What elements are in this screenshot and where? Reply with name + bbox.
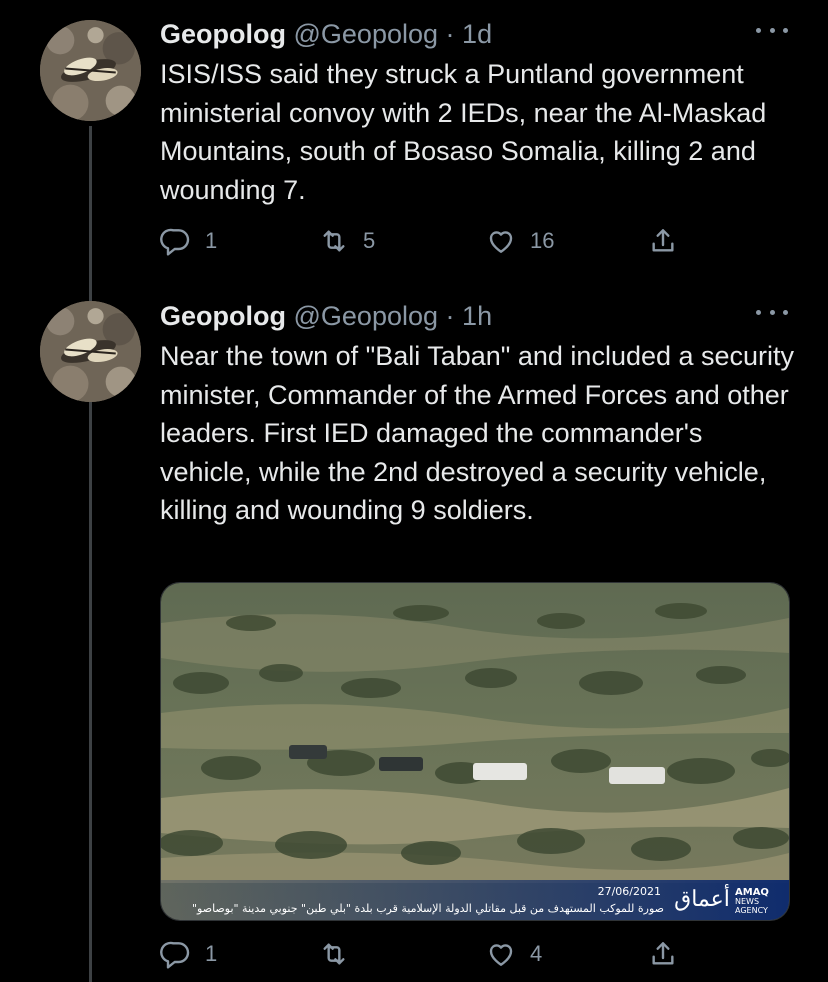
like-count: 16 [530, 228, 555, 253]
share-button[interactable] [647, 934, 679, 974]
media-date: 27/06/2021 [597, 885, 661, 898]
tweet-actions: 1 4 [160, 934, 700, 974]
more-icon[interactable] [756, 302, 788, 322]
reply-icon [160, 228, 190, 256]
tweet-1[interactable]: Geopolog @Geopolog · 1d ISIS/ISS said th… [0, 0, 828, 280]
reply-button[interactable]: 1 [160, 934, 217, 974]
agency-line-3: AGENCY [735, 906, 768, 915]
timestamp[interactable]: 1h [462, 301, 492, 331]
tweet-text: ISIS/ISS said they struck a Puntland gov… [160, 59, 767, 205]
retweet-icon [323, 943, 345, 965]
tweet-header: Geopolog @Geopolog · 1h [160, 300, 492, 332]
like-count: 4 [530, 941, 543, 966]
like-button[interactable]: 16 [485, 221, 554, 261]
retweet-button[interactable]: 5 [318, 221, 375, 261]
reply-count: 1 [205, 228, 218, 253]
separator: · [445, 301, 455, 331]
like-icon [489, 944, 513, 966]
retweet-button[interactable] [318, 934, 363, 974]
media-caption: صورة للموكب المستهدف من قبل مقاتلي الدول… [191, 902, 664, 915]
agency-line-2: NEWS [735, 897, 760, 906]
tweet-media-image[interactable]: 27/06/2021 صورة للموكب المستهدف من قبل م… [160, 582, 790, 921]
tweet-header: Geopolog @Geopolog · 1d [160, 18, 492, 50]
tweet-text: Near the town of "Bali Taban" and includ… [160, 341, 795, 526]
share-icon [652, 229, 674, 252]
landscape-photo [161, 583, 789, 920]
avatar-image [40, 20, 141, 121]
share-icon [652, 942, 674, 965]
reply-icon [160, 941, 190, 969]
agency-line-1: AMAQ [735, 887, 769, 898]
share-button[interactable] [647, 221, 679, 261]
tweet-actions: 1 5 16 [160, 221, 700, 261]
reply-count: 1 [205, 941, 218, 966]
timestamp[interactable]: 1d [462, 19, 492, 49]
separator: · [445, 19, 455, 49]
tweet-2[interactable]: Geopolog @Geopolog · 1h Near the town of… [0, 282, 828, 982]
like-icon [489, 231, 513, 253]
display-name[interactable]: Geopolog [160, 301, 286, 331]
reply-button[interactable]: 1 [160, 221, 217, 261]
user-handle[interactable]: @Geopolog [294, 19, 439, 49]
more-icon[interactable] [756, 20, 788, 40]
avatar[interactable] [40, 20, 141, 121]
like-button[interactable]: 4 [485, 934, 542, 974]
avatar-image [40, 301, 141, 402]
agency-logo: أعماق [674, 886, 730, 912]
user-handle[interactable]: @Geopolog [294, 301, 439, 331]
retweet-icon [323, 230, 345, 252]
agency-name: AMAQ NEWS AGENCY [735, 887, 781, 916]
display-name[interactable]: Geopolog [160, 19, 286, 49]
avatar[interactable] [40, 301, 141, 402]
retweet-count: 5 [363, 228, 376, 253]
